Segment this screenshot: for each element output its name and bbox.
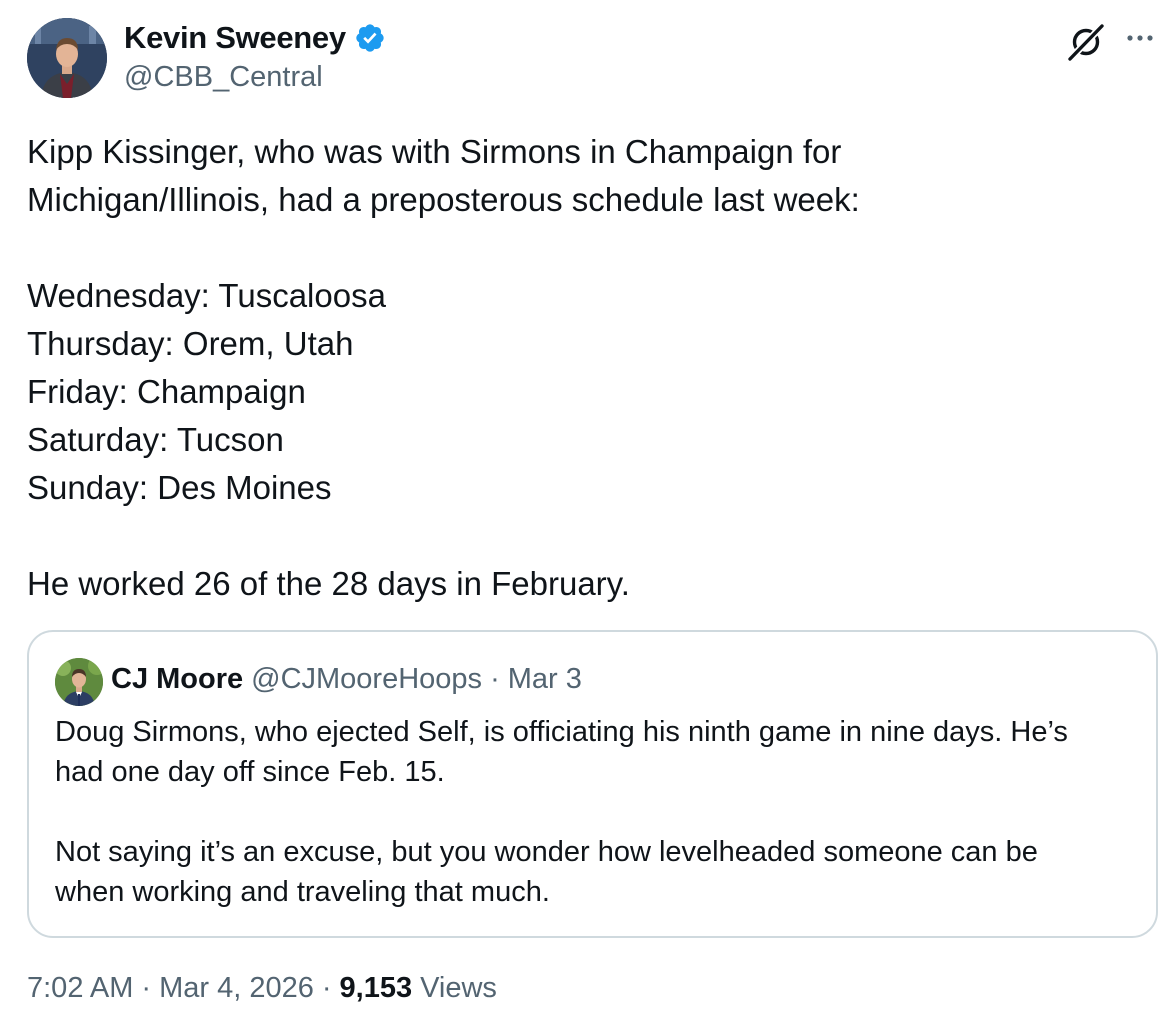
tweet-card: Kevin Sweeney @CBB_Central Kipp Kissinge… — [0, 0, 1174, 1030]
separator-dot: · — [141, 972, 152, 1004]
separator-dot: · — [490, 663, 500, 695]
tweet-line: Kipp Kissinger, who was with Sirmons in … — [27, 133, 842, 170]
verified-badge-icon — [354, 22, 386, 54]
schedule-item: Wednesday: Tuscaloosa — [27, 277, 386, 314]
author-avatar[interactable] — [27, 18, 107, 98]
quoted-avatar[interactable] — [55, 658, 103, 706]
quoted-line: had one day off since Feb. 15. — [55, 756, 445, 788]
tweet-line: Michigan/Illinois, had a preposterous sc… — [27, 181, 860, 218]
quoted-tweet[interactable]: CJ Moore @CJMooreHoops · Mar 3 Doug Sirm… — [27, 630, 1158, 938]
views-count: 9,153 — [339, 972, 413, 1004]
quoted-author-photo — [55, 658, 103, 706]
tweet-time[interactable]: 7:02 AM — [27, 972, 133, 1005]
tweet-date[interactable]: Mar 4, 2026 — [159, 972, 314, 1005]
schedule-item: Thursday: Orem, Utah — [27, 325, 354, 362]
schedule-item: Saturday: Tucson — [27, 421, 284, 458]
quoted-text: Doug Sirmons, who ejected Self, is offic… — [55, 712, 1145, 912]
schedule-item: Friday: Champaign — [27, 373, 306, 410]
grok-button[interactable] — [1066, 22, 1106, 62]
author-photo — [27, 18, 107, 98]
quoted-author-handle[interactable]: @CJMooreHoops — [251, 663, 482, 696]
views-label: Views — [420, 972, 497, 1004]
more-options-button[interactable] — [1118, 20, 1162, 56]
quoted-header: CJ Moore @CJMooreHoops · Mar 3 — [111, 663, 582, 696]
author-name-text: Kevin Sweeney — [124, 20, 346, 55]
tweet-text: Kipp Kissinger, who was with Sirmons in … — [27, 128, 1147, 608]
author-name[interactable]: Kevin Sweeney — [124, 20, 386, 56]
grok-icon — [1066, 22, 1106, 62]
separator-dot: · — [321, 972, 332, 1004]
schedule-item: Sunday: Des Moines — [27, 469, 332, 506]
tweet-closing: He worked 26 of the 28 days in February. — [27, 565, 630, 602]
author-handle[interactable]: @CBB_Central — [124, 61, 323, 94]
tweet-meta: 7:02 AM · Mar 4, 2026 · 9,153 Views — [27, 972, 497, 1005]
quoted-line: Not saying it’s an excuse, but you wonde… — [55, 836, 1038, 868]
quoted-date[interactable]: Mar 3 — [508, 663, 582, 696]
more-icon — [1127, 35, 1153, 41]
quoted-author-name[interactable]: CJ Moore — [111, 663, 243, 696]
quoted-line: when working and traveling that much. — [55, 876, 550, 908]
quoted-line: Doug Sirmons, who ejected Self, is offic… — [55, 716, 1068, 748]
